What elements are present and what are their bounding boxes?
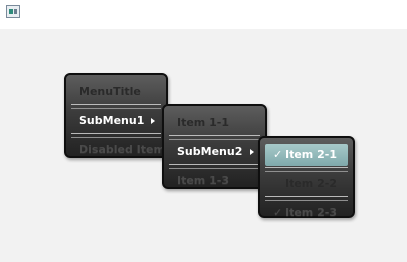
menu-item-2-3: ✓ Item 2-3 xyxy=(265,202,348,224)
app-window-icon xyxy=(6,5,20,18)
menu-separator xyxy=(169,135,260,140)
submenu2-item[interactable]: SubMenu2 xyxy=(169,141,260,163)
submenu1-label: SubMenu1 xyxy=(79,114,145,127)
menu-separator xyxy=(169,164,260,169)
submenu-arrow-icon xyxy=(250,149,254,155)
menu-separator xyxy=(71,104,161,109)
submenu1-popup: Item 1-1 SubMenu2 Item 1-3 xyxy=(162,104,267,189)
menu-item-2-1[interactable]: ✓ Item 2-1 xyxy=(265,144,348,166)
submenu-arrow-icon xyxy=(151,118,155,124)
menu-item-2-2[interactable]: Item 2-2 xyxy=(265,173,348,195)
submenu2-popup: ✓ Item 2-1 Item 2-2 ✓ Item 2-3 xyxy=(258,136,355,219)
menu-root: MenuTitle SubMenu1 Disabled Item xyxy=(64,73,168,158)
checkmark-icon: ✓ xyxy=(273,148,283,161)
submenu2-label: SubMenu2 xyxy=(177,145,243,158)
menu-separator xyxy=(265,196,348,201)
menu-item-2-3-label: Item 2-3 xyxy=(285,206,337,219)
checkmark-icon: ✓ xyxy=(273,206,283,219)
menu-separator xyxy=(71,133,161,138)
disabled-menu-item: Disabled Item xyxy=(79,143,165,156)
menu-title: MenuTitle xyxy=(79,85,141,98)
menu-item-1-1[interactable]: Item 1-1 xyxy=(169,112,260,134)
submenu1-item[interactable]: SubMenu1 xyxy=(71,110,161,132)
menu-item-2-2-label: Item 2-2 xyxy=(285,177,337,190)
menu-item-1-3: Item 1-3 xyxy=(177,174,229,187)
menu-item-2-1-label: Item 2-1 xyxy=(285,148,337,161)
menu-separator xyxy=(265,167,348,172)
